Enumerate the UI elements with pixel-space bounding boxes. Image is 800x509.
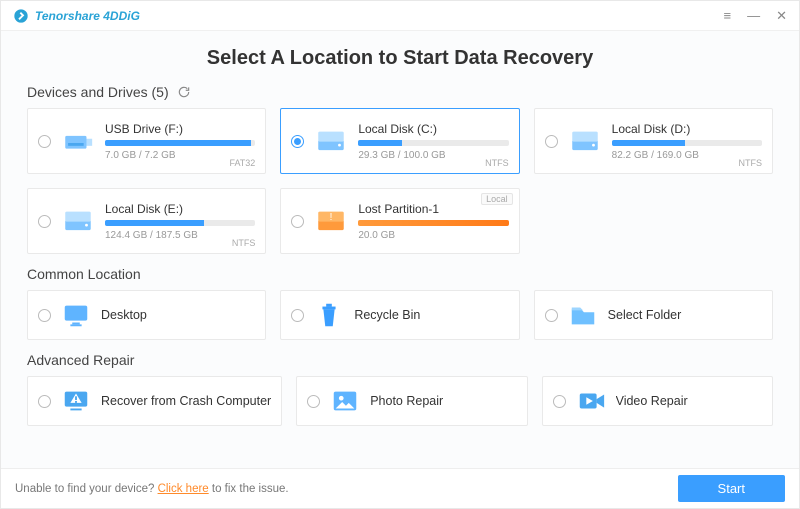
fix-issue-link[interactable]: Click here xyxy=(158,483,209,495)
close-icon[interactable]: ✕ xyxy=(776,9,787,22)
main-content: Select A Location to Start Data Recovery… xyxy=(1,31,799,468)
advanced-heading: Advanced Repair xyxy=(27,352,773,368)
item-label: Desktop xyxy=(101,308,255,322)
common-location-card[interactable]: Desktop xyxy=(27,290,266,340)
hdd-drive-icon xyxy=(61,206,95,236)
video-icon xyxy=(576,387,606,415)
drive-card[interactable]: USB Drive (F:)7.0 GB / 7.2 GBFAT32 xyxy=(27,108,266,174)
desktop-icon xyxy=(61,301,91,329)
fs-tag: FAT32 xyxy=(229,158,255,168)
brand: Tenorshare 4DDiG xyxy=(13,8,140,24)
usage-bar xyxy=(105,220,255,226)
common-location-card[interactable]: Recycle Bin xyxy=(280,290,519,340)
drive-card[interactable]: ! Lost Partition-120.0 GBLocal xyxy=(280,188,519,254)
card-body: USB Drive (F:)7.0 GB / 7.2 GB xyxy=(105,122,255,161)
titlebar: Tenorshare 4DDiG ≡ — ✕ xyxy=(1,1,799,31)
radio[interactable] xyxy=(291,309,304,322)
card-body: Local Disk (E:)124.4 GB / 187.5 GB xyxy=(105,202,255,241)
advanced-repair-card[interactable]: Video Repair xyxy=(542,376,773,426)
radio[interactable] xyxy=(38,309,51,322)
drive-card[interactable]: Local Disk (C:)29.3 GB / 100.0 GBNTFS xyxy=(280,108,519,174)
usage-bar xyxy=(612,140,762,146)
drive-name: USB Drive (F:) xyxy=(105,122,255,136)
usage-bar xyxy=(358,220,508,226)
start-button[interactable]: Start xyxy=(678,475,785,502)
advanced-repair-card[interactable]: Photo Repair xyxy=(296,376,527,426)
fs-tag: NTFS xyxy=(232,238,256,248)
radio[interactable] xyxy=(553,395,566,408)
footer-hint: Unable to find your device? Click here t… xyxy=(15,483,289,495)
common-heading: Common Location xyxy=(27,266,773,282)
item-label: Select Folder xyxy=(608,308,762,322)
window-controls: ≡ — ✕ xyxy=(724,9,788,22)
drive-name: Local Disk (C:) xyxy=(358,122,508,136)
page-title: Select A Location to Start Data Recovery xyxy=(27,47,773,70)
radio[interactable] xyxy=(38,395,51,408)
usage-bar xyxy=(105,140,255,146)
item-label: Video Repair xyxy=(616,394,762,408)
devices-heading: Devices and Drives (5) xyxy=(27,84,773,100)
drive-usage: 20.0 GB xyxy=(358,230,508,241)
minimize-icon[interactable]: — xyxy=(747,9,760,22)
crash-icon xyxy=(61,387,91,415)
lost-drive-icon: ! xyxy=(314,206,348,236)
card-body: Local Disk (D:)82.2 GB / 169.0 GB xyxy=(612,122,762,161)
local-tag: Local xyxy=(481,193,513,205)
drive-card[interactable]: Local Disk (E:)124.4 GB / 187.5 GBNTFS xyxy=(27,188,266,254)
radio[interactable] xyxy=(38,215,51,228)
folder-icon xyxy=(568,301,598,329)
drive-card[interactable]: Local Disk (D:)82.2 GB / 169.0 GBNTFS xyxy=(534,108,773,174)
advanced-repair-card[interactable]: Recover from Crash Computer xyxy=(27,376,282,426)
photo-icon xyxy=(330,387,360,415)
fs-tag: NTFS xyxy=(485,158,509,168)
fs-tag: NTFS xyxy=(738,158,762,168)
card-body: Local Disk (C:)29.3 GB / 100.0 GB xyxy=(358,122,508,161)
recycle-icon xyxy=(314,301,344,329)
brand-text: Tenorshare 4DDiG xyxy=(35,9,140,23)
hdd-drive-icon xyxy=(314,126,348,156)
radio[interactable] xyxy=(545,309,558,322)
radio[interactable] xyxy=(38,135,51,148)
refresh-icon[interactable] xyxy=(177,85,191,99)
radio[interactable] xyxy=(545,135,558,148)
card-body: Lost Partition-120.0 GB xyxy=(358,202,508,241)
common-grid: Desktop Recycle Bin Select Folder xyxy=(27,290,773,340)
drives-grid: USB Drive (F:)7.0 GB / 7.2 GBFAT32Local … xyxy=(27,108,773,254)
brand-logo-icon xyxy=(13,8,29,24)
advanced-grid: Recover from Crash Computer Photo Repair V… xyxy=(27,376,773,426)
footer: Unable to find your device? Click here t… xyxy=(1,468,799,508)
usage-bar xyxy=(358,140,508,146)
common-location-card[interactable]: Select Folder xyxy=(534,290,773,340)
radio[interactable] xyxy=(307,395,320,408)
item-label: Photo Repair xyxy=(370,394,516,408)
item-label: Recover from Crash Computer xyxy=(101,394,271,408)
item-label: Recycle Bin xyxy=(354,308,508,322)
drive-name: Local Disk (D:) xyxy=(612,122,762,136)
radio[interactable] xyxy=(291,135,304,148)
drive-name: Local Disk (E:) xyxy=(105,202,255,216)
usb-drive-icon xyxy=(61,126,95,156)
menu-icon[interactable]: ≡ xyxy=(724,9,732,22)
radio[interactable] xyxy=(291,215,304,228)
hdd-drive-icon xyxy=(568,126,602,156)
svg-text:!: ! xyxy=(330,212,333,223)
